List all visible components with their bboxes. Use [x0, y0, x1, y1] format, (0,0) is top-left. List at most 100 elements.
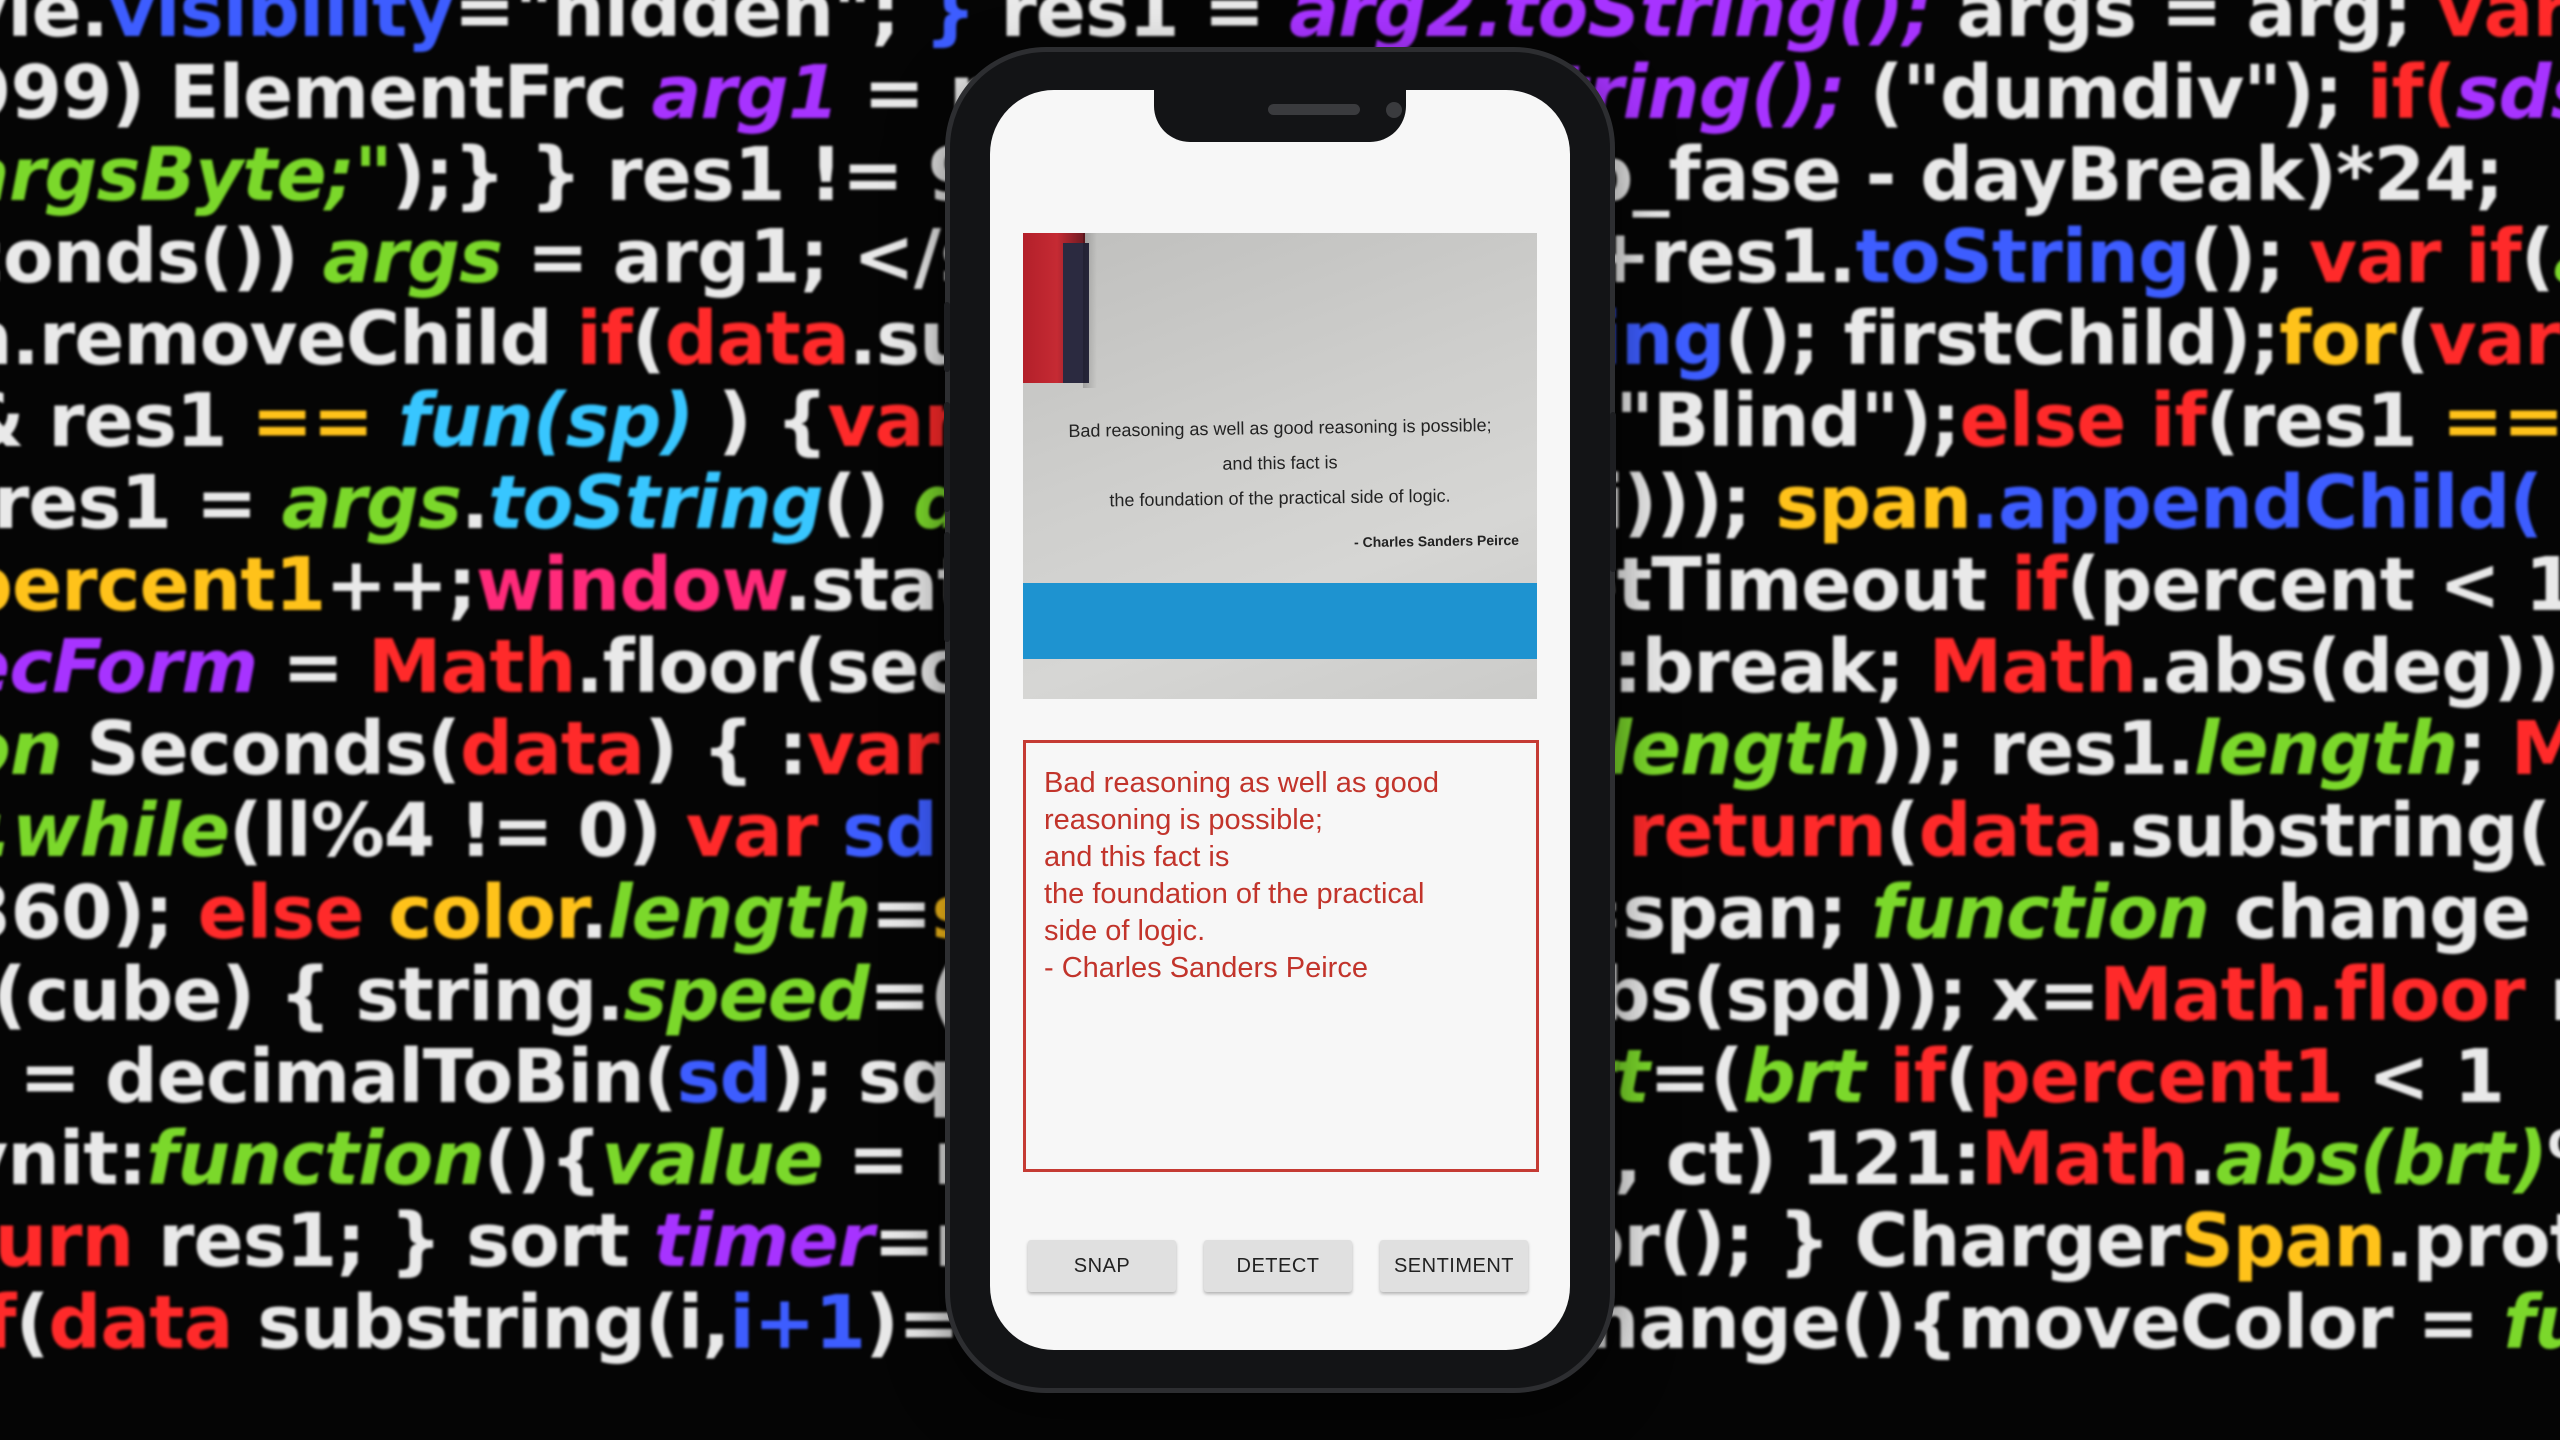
code-token: Math — [367, 624, 577, 710]
code-token: . — [461, 460, 489, 546]
code-token: ( — [1885, 788, 1920, 874]
code-token: visibility — [107, 0, 455, 54]
code-token: (); firstChild); — [1724, 296, 2281, 382]
code-token: function — [146, 1116, 485, 1202]
code-token: var i — [2428, 296, 2560, 382]
code-token: brt — [1742, 1034, 1890, 1120]
code-token: = — [870, 870, 932, 956]
code-token: (percent < 1 — [2066, 542, 2560, 628]
code-token: (ll%4 != 0) — [229, 788, 686, 874]
code-token: percent1 — [1977, 1034, 2344, 1120]
captured-photo: Bad reasoning as well as good reasoning … — [1023, 233, 1537, 699]
code-token: ( — [2395, 296, 2430, 382]
code-token: ((cube) { string. — [0, 952, 624, 1038]
code-token: on — [0, 706, 63, 792]
code-token: var — [806, 706, 940, 792]
code-token: == — [251, 378, 374, 464]
photo-blue-band — [1023, 583, 1537, 659]
code-token: ="hidden"; — [453, 0, 924, 54]
code-token: yle. — [0, 0, 109, 54]
code-token: ecForm — [0, 624, 258, 710]
code-token: ("dumdiv"); — [1869, 50, 2368, 136]
code-token: vnit: — [0, 1116, 147, 1202]
code-token: (res1 = — [0, 460, 258, 546]
code-token: var — [827, 378, 960, 464]
code-token: } — [923, 0, 977, 54]
code-token: ( — [1945, 1034, 1979, 1120]
code-token: =( — [1649, 1034, 1744, 1120]
detect-button[interactable]: DETECT — [1204, 1240, 1352, 1292]
code-token: M — [2510, 706, 2560, 792]
code-token: & res1 — [0, 378, 228, 464]
front-camera — [1386, 102, 1402, 118]
code-token: ) { : — [644, 706, 808, 792]
code-token: color — [388, 870, 581, 956]
code-token: else — [197, 870, 389, 956]
code-token: . — [2188, 1116, 2216, 1202]
code-token: data — [664, 296, 850, 382]
speaker-grille — [1268, 104, 1360, 115]
code-token: var — [685, 788, 819, 874]
code-token: length — [607, 870, 871, 956]
code-token: Span — [2180, 1198, 2386, 1284]
code-token: for — [2279, 296, 2397, 382]
code-token: if( — [2367, 50, 2456, 136]
code-token: . — [580, 870, 608, 956]
code-token: = — [257, 624, 368, 710]
code-token: data — [1918, 788, 2104, 874]
code-token: ) { — [693, 378, 828, 464]
code-token: length — [1606, 706, 1870, 792]
code-token: change — [2209, 870, 2531, 956]
code-token: %c — [2547, 1116, 2560, 1202]
phone-power-button — [1610, 412, 1616, 572]
code-token: window — [475, 542, 785, 628]
photo-quote-line-1: Bad reasoning as well as good reasoning … — [1068, 415, 1492, 441]
code-token: timer — [653, 1198, 875, 1284]
code-token: ++; — [325, 542, 477, 628]
code-token: if — [576, 296, 633, 382]
code-token: Seconds( — [61, 706, 461, 792]
code-token: arg — [2554, 214, 2560, 300]
code-token: fun(sp) — [398, 378, 694, 464]
code-token: sdss — [2455, 50, 2560, 136]
code-token: )); res1. — [1869, 706, 2195, 792]
code-token: var if — [2308, 214, 2522, 300]
code-token: if — [0, 1280, 17, 1366]
code-token: abs(brt) — [2215, 1116, 2548, 1202]
detected-text-box[interactable]: Bad reasoning as well as good reasoning … — [1023, 740, 1539, 1172]
photo-quote-attribution: - Charles Sanders Peirce — [1353, 531, 1520, 551]
snap-button[interactable]: SNAP — [1028, 1240, 1176, 1292]
code-token: return — [1627, 788, 1887, 874]
code-token: span — [1775, 460, 1972, 546]
code-token: ( — [631, 296, 666, 382]
phone-volume-up-button — [944, 402, 950, 512]
code-token: arg2.toString(); — [1289, 0, 1957, 54]
code-token: :break; — [1588, 624, 1929, 710]
code-token: args — [281, 460, 462, 546]
app-screen: Bad reasoning as well as good reasoning … — [990, 90, 1570, 1350]
code-token: argsByte;" — [0, 132, 393, 218]
code-token: ( — [2520, 214, 2555, 300]
code-token: Math.floor — [2099, 952, 2525, 1038]
code-token: sd — [842, 788, 938, 874]
code-token: res1; } sort — [133, 1198, 654, 1284]
code-token: Math — [1928, 624, 2138, 710]
code-token: (res1 — [2205, 378, 2442, 464]
code-token: var — [2436, 0, 2560, 54]
code-token: n.removeChild — [0, 296, 577, 382]
phone-volume-down-button — [944, 532, 950, 642]
code-token: speed — [623, 952, 869, 1038]
code-token: args = arg; — [1956, 0, 2437, 54]
code-token: (){moveColor = — [1840, 1280, 2504, 1366]
code-token: Math — [1980, 1116, 2190, 1202]
code-token: percent1 — [0, 542, 326, 628]
code-token: () — [822, 460, 913, 546]
code-token: t = decimalToBin( — [0, 1034, 677, 1120]
code-token: data — [48, 1280, 233, 1366]
code-token: (){ — [483, 1116, 602, 1202]
code-token: arg1 — [651, 50, 839, 136]
sentiment-button[interactable]: SENTIMENT — [1380, 1240, 1528, 1292]
code-token: length — [2194, 706, 2458, 792]
